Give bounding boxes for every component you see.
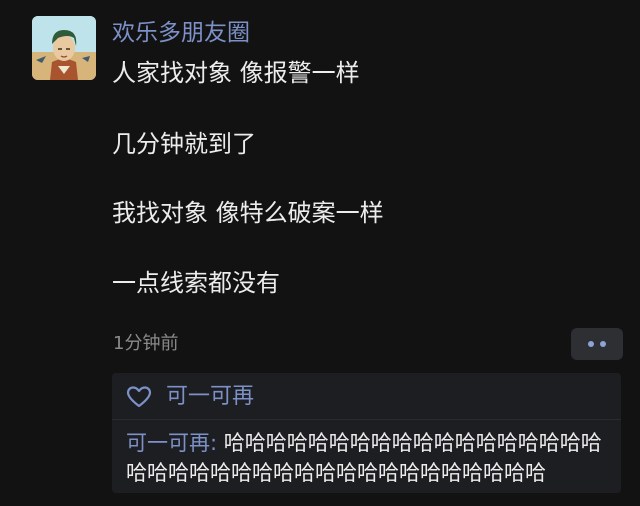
- post-timestamp: 1分钟前: [113, 333, 179, 354]
- comment-item[interactable]: 可一可再: 哈哈哈哈哈哈哈哈哈哈哈哈哈哈哈哈哈哈哈哈哈哈哈哈哈哈哈哈哈哈哈哈哈哈…: [126, 428, 610, 488]
- cartoon-character-avatar-icon: [32, 16, 96, 80]
- post-text-line-2: 几分钟就到了: [112, 130, 256, 158]
- likes-row: 可一可再: [112, 373, 621, 420]
- more-actions-button[interactable]: [571, 328, 623, 360]
- post-text-line-4: 一点线索都没有: [112, 269, 280, 297]
- moments-post: 欢乐多朋友圈 人家找对象 像报警一样 几分钟就到了 我找对象 像特么破案一样 一…: [0, 0, 640, 506]
- more-dots-icon: [600, 341, 606, 347]
- post-text-line-3: 我找对象 像特么破案一样: [112, 199, 384, 227]
- liker-name[interactable]: 可一可再: [166, 382, 254, 412]
- more-dots-icon: [588, 341, 594, 347]
- likes-comments-panel: 可一可再 可一可再: 哈哈哈哈哈哈哈哈哈哈哈哈哈哈哈哈哈哈哈哈哈哈哈哈哈哈哈哈哈…: [112, 373, 621, 493]
- comment-separator: :: [210, 431, 224, 455]
- post-text-line-1: 人家找对象 像报警一样: [112, 59, 360, 87]
- comment-author[interactable]: 可一可再: [126, 431, 210, 455]
- heart-outline-icon: [126, 386, 152, 408]
- post-author-name[interactable]: 欢乐多朋友圈: [112, 18, 250, 48]
- avatar[interactable]: [32, 16, 96, 80]
